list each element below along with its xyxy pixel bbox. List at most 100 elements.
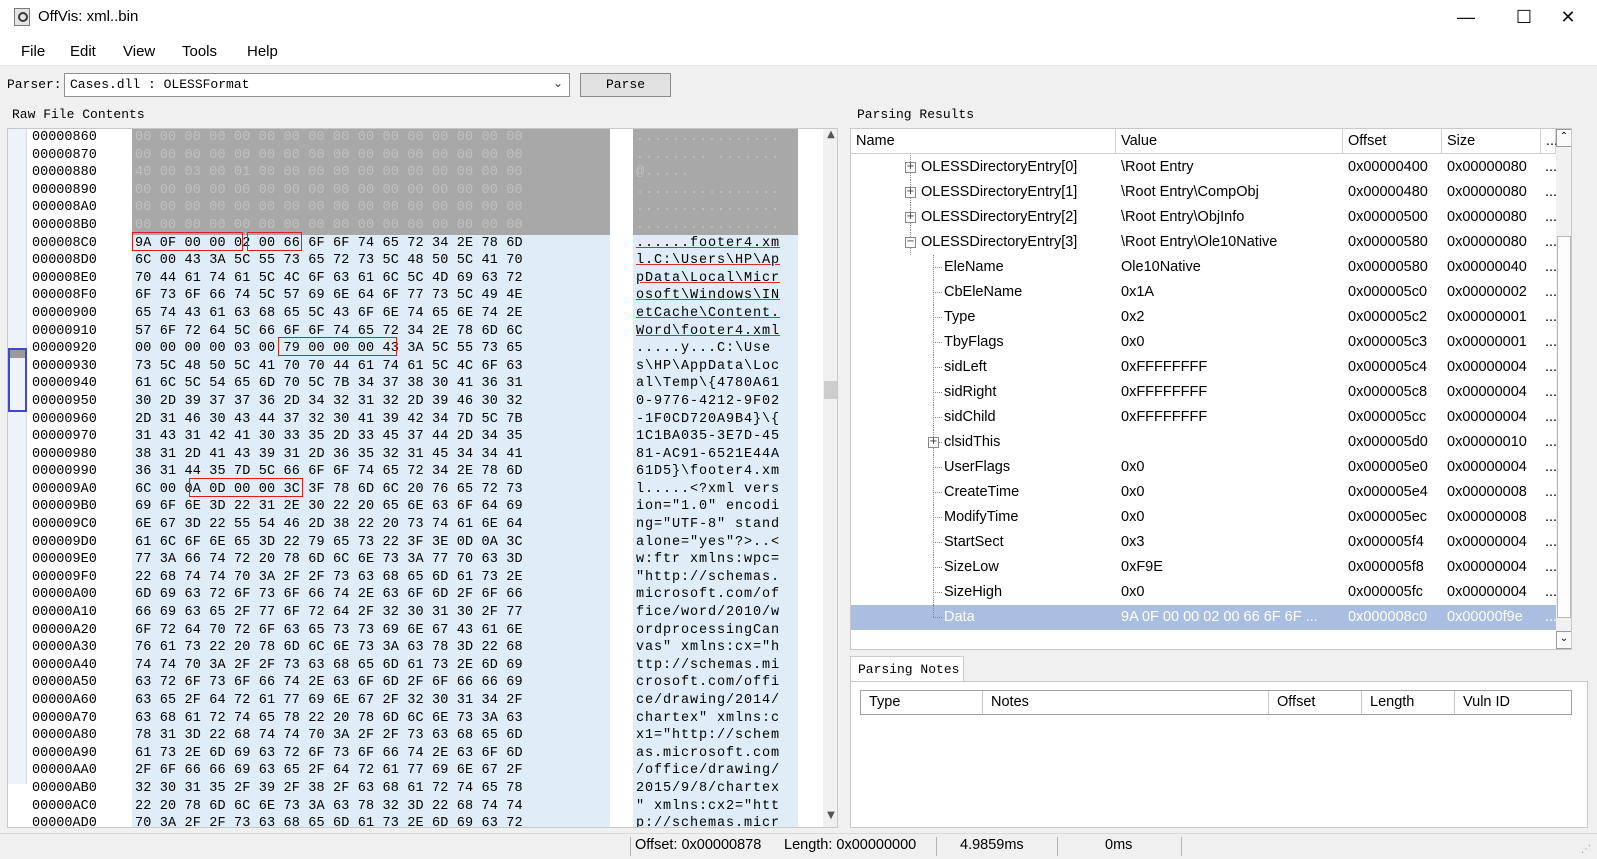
hex-bytes[interactable]: 00 00 00 00 00 00 00 00 00 00 00 00 00 0…	[132, 147, 610, 165]
hex-row[interactable]: 000009A0 6C 00 0A 0D 00 00 3C 3F 78 6D 6C…	[8, 481, 808, 499]
hex-row[interactable]: 00000920 00 00 00 00 03 00 79 00 00 00 43…	[8, 340, 808, 358]
hex-row[interactable]: 00000990 36 31 44 35 7D 5C 66 6F 6F 74 65…	[8, 463, 808, 481]
column-value[interactable]: Value	[1116, 129, 1343, 154]
notes-column-notes[interactable]: Notes	[983, 691, 1269, 714]
hex-row[interactable]: 00000930 73 5C 48 50 5C 41 70 70 44 61 74…	[8, 358, 808, 376]
parser-dropdown[interactable]: Cases.dll : OLESSFormat ⌄	[64, 73, 570, 97]
hex-row[interactable]: 00000950 30 2D 39 37 37 36 2D 34 32 31 32…	[8, 393, 808, 411]
hex-ascii[interactable]: s\HP\AppData\Loc	[633, 358, 798, 376]
hex-row[interactable]: 00000A20 6F 72 64 70 72 6F 63 65 73 73 69…	[8, 622, 808, 640]
hex-ascii[interactable]: as.microsoft.com	[633, 745, 798, 763]
hex-row[interactable]: 00000980 38 31 2D 41 43 39 31 2D 36 35 32…	[8, 446, 808, 464]
menu-file[interactable]: File	[21, 43, 45, 60]
hex-ascii[interactable]: ttp://schemas.mi	[633, 657, 798, 675]
hex-bytes[interactable]: 63 65 2F 64 72 61 77 69 6E 67 2F 32 30 3…	[132, 692, 610, 710]
column-offset[interactable]: Offset	[1343, 129, 1442, 154]
hex-row[interactable]: 00000A00 6D 69 63 72 6F 73 6F 66 74 2E 63…	[8, 586, 808, 604]
tree-row[interactable]: TbyFlags 0x0 0x000005c3 0x00000001...	[851, 330, 1556, 355]
hex-ascii[interactable]: osoft\Windows\IN	[633, 287, 798, 305]
hex-ascii[interactable]: ion="1.0" encodi	[633, 498, 798, 516]
hex-bytes[interactable]: 32 30 31 35 2F 39 2F 38 2F 63 68 61 72 7…	[132, 780, 610, 798]
hex-bytes[interactable]: 6F 73 6F 66 74 5C 57 69 6E 64 6F 77 73 5…	[132, 287, 610, 305]
column-more[interactable]: ...	[1541, 129, 1556, 154]
hex-bytes[interactable]: 73 5C 48 50 5C 41 70 70 44 61 74 61 5C 4…	[132, 358, 610, 376]
hex-bytes[interactable]: 2F 6F 66 66 69 63 65 2F 64 72 61 77 69 6…	[132, 762, 610, 780]
hex-ascii[interactable]: fice/word/2010/w	[633, 604, 798, 622]
tree-row[interactable]: SizeHigh 0x0 0x000005fc 0x00000004...	[851, 580, 1556, 605]
hex-bytes[interactable]: 22 20 78 6D 6C 6E 73 3A 63 78 32 3D 22 6…	[132, 798, 610, 816]
tree-row[interactable]: UserFlags 0x0 0x000005e0 0x00000004...	[851, 455, 1556, 480]
hex-ascii[interactable]: x1="http://schem	[633, 727, 798, 745]
tree-row[interactable]: EleName Ole10Native 0x00000580 0x00000040.…	[851, 255, 1556, 280]
hex-ascii[interactable]: microsoft.com/of	[633, 586, 798, 604]
scroll-down-icon[interactable]: ⌄	[1556, 631, 1572, 649]
tree-row[interactable]: + OLESSDirectoryEntry[1] \Root Entry\Comp…	[851, 180, 1556, 205]
hex-ascii[interactable]: chartex" xmlns:c	[633, 710, 798, 728]
column-size[interactable]: Size	[1442, 129, 1541, 154]
results-scrollbar[interactable]: ⌃ ⌄	[1556, 129, 1572, 649]
notes-column-vuln-id[interactable]: Vuln ID	[1455, 691, 1571, 714]
tree-row[interactable]: + OLESSDirectoryEntry[2] \Root Entry\ObjI…	[851, 205, 1556, 230]
hex-row[interactable]: 00000AA0 2F 6F 66 66 69 63 65 2F 64 72 61…	[8, 762, 808, 780]
expand-icon[interactable]: +	[905, 212, 916, 223]
hex-bytes[interactable]: 6E 67 3D 22 55 54 46 2D 38 22 20 73 74 6…	[132, 516, 610, 534]
hex-ascii[interactable]: 1C1BA035-3E7D-45	[633, 428, 798, 446]
hex-ascii[interactable]: " xmlns:cx2="htt	[633, 798, 798, 816]
hex-ascii[interactable]: p://schemas.micr	[633, 815, 798, 828]
hex-row[interactable]: 00000A40 74 74 70 3A 2F 2F 73 63 68 65 6D…	[8, 657, 808, 675]
hex-bytes[interactable]: 66 69 63 65 2F 77 6F 72 64 2F 32 30 31 3…	[132, 604, 610, 622]
expand-icon[interactable]: +	[905, 162, 916, 173]
tree-row[interactable]: Type 0x2 0x000005c2 0x00000001...	[851, 305, 1556, 330]
menu-view[interactable]: View	[123, 43, 155, 60]
hex-ascii[interactable]: Word\footer4.xml	[633, 323, 798, 341]
hex-row[interactable]: 00000890 00 00 00 00 00 00 00 00 00 00 00…	[8, 182, 808, 200]
tree-row[interactable]: − OLESSDirectoryEntry[3] \Root Entry\Ole1…	[851, 230, 1556, 255]
hex-row[interactable]: 00000A90 61 73 2E 6D 69 63 72 6F 73 6F 66…	[8, 745, 808, 763]
hex-row[interactable]: 00000A30 76 61 73 22 20 78 6D 6C 6E 73 3A…	[8, 639, 808, 657]
hex-bytes[interactable]: 00 00 00 00 00 00 00 00 00 00 00 00 00 0…	[132, 129, 610, 147]
hex-bytes[interactable]: 30 2D 39 37 37 36 2D 34 32 31 32 2D 39 4…	[132, 393, 610, 411]
hex-row[interactable]: 000008D0 6C 00 43 3A 5C 55 73 65 72 73 5C…	[8, 252, 808, 270]
hex-row[interactable]: 000008E0 70 44 61 74 61 5C 4C 6F 63 61 6C…	[8, 270, 808, 288]
hex-rows[interactable]: 00000860 00 00 00 00 00 00 00 00 00 00 00…	[8, 129, 808, 828]
menu-help[interactable]: Help	[247, 43, 278, 60]
hex-row[interactable]: 000008A0 00 00 00 00 00 00 00 00 00 00 00…	[8, 199, 808, 217]
hex-row[interactable]: 000009B0 69 6F 6E 3D 22 31 2E 30 22 20 65…	[8, 498, 808, 516]
hex-bytes[interactable]: 74 74 70 3A 2F 2F 73 63 68 65 6D 61 73 2…	[132, 657, 610, 675]
hex-row[interactable]: 00000A60 63 65 2F 64 72 61 77 69 6E 67 2F…	[8, 692, 808, 710]
hex-ascii[interactable]: l.....<?xml vers	[633, 481, 798, 499]
minimize-button[interactable]: —	[1437, 0, 1495, 36]
hex-bytes[interactable]: 61 73 2E 6D 69 63 72 6F 73 6F 66 74 2E 6…	[132, 745, 610, 763]
hex-row[interactable]: 00000A10 66 69 63 65 2F 77 6F 72 64 2F 32…	[8, 604, 808, 622]
expand-icon[interactable]: +	[928, 437, 939, 448]
resize-grip-icon[interactable]: ⋰	[1581, 844, 1591, 855]
hex-ascii[interactable]: ................	[633, 129, 798, 147]
tree-row[interactable]: sidChild 0xFFFFFFFF 0x000005cc 0x00000004..…	[851, 405, 1556, 430]
hex-row[interactable]: 00000910 57 6F 72 64 5C 66 6F 6F 74 65 72…	[8, 323, 808, 341]
tree-row[interactable]: CreateTime 0x0 0x000005e4 0x00000008...	[851, 480, 1556, 505]
hex-scroll-thumb[interactable]	[824, 381, 838, 399]
hex-row[interactable]: 00000970 31 43 31 42 41 30 33 35 2D 33 45…	[8, 428, 808, 446]
hex-ascii[interactable]: @.....	[633, 164, 798, 182]
hex-ascii[interactable]: -1F0CD720A9B4}\{	[633, 411, 798, 429]
scroll-down-icon[interactable]: ▼	[823, 810, 838, 827]
scroll-up-icon[interactable]: ⌃	[1556, 129, 1572, 147]
hex-bytes[interactable]: 61 6C 6F 6E 65 3D 22 79 65 73 22 3F 3E 0…	[132, 534, 610, 552]
hex-scrollbar[interactable]: ▲ ▼	[823, 129, 838, 827]
hex-bytes[interactable]: 6C 00 43 3A 5C 55 73 65 72 73 5C 48 50 5…	[132, 252, 610, 270]
hex-bytes[interactable]: 6F 72 64 70 72 6F 63 65 73 73 69 6E 67 4…	[132, 622, 610, 640]
results-scroll-thumb[interactable]	[1557, 236, 1571, 618]
tree-row[interactable]: sidRight 0xFFFFFFFF 0x000005c8 0x00000004..…	[851, 380, 1556, 405]
close-button[interactable]: ✕	[1539, 0, 1597, 36]
hex-ascii[interactable]: 0-9776-4212-9F02	[633, 393, 798, 411]
hex-row[interactable]: 00000AB0 32 30 31 35 2F 39 2F 38 2F 63 68…	[8, 780, 808, 798]
tree-row[interactable]: StartSect 0x3 0x000005f4 0x00000004...	[851, 530, 1556, 555]
tree-row[interactable]: sidLeft 0xFFFFFFFF 0x000005c4 0x00000004...	[851, 355, 1556, 380]
hex-bytes[interactable]: 65 74 43 61 63 68 65 5C 43 6F 6E 74 65 6…	[132, 305, 610, 323]
hex-row[interactable]: 00000870 00 00 00 00 00 00 00 00 00 00 00…	[8, 147, 808, 165]
scroll-up-icon[interactable]: ▲	[823, 129, 838, 146]
hex-row[interactable]: 000009D0 61 6C 6F 6E 65 3D 22 79 65 73 22…	[8, 534, 808, 552]
hex-ascii[interactable]: l.C:\Users\HP\Ap	[633, 252, 798, 270]
hex-ascii[interactable]: ng="UTF-8" stand	[633, 516, 798, 534]
hex-ascii[interactable]: ................	[633, 182, 798, 200]
